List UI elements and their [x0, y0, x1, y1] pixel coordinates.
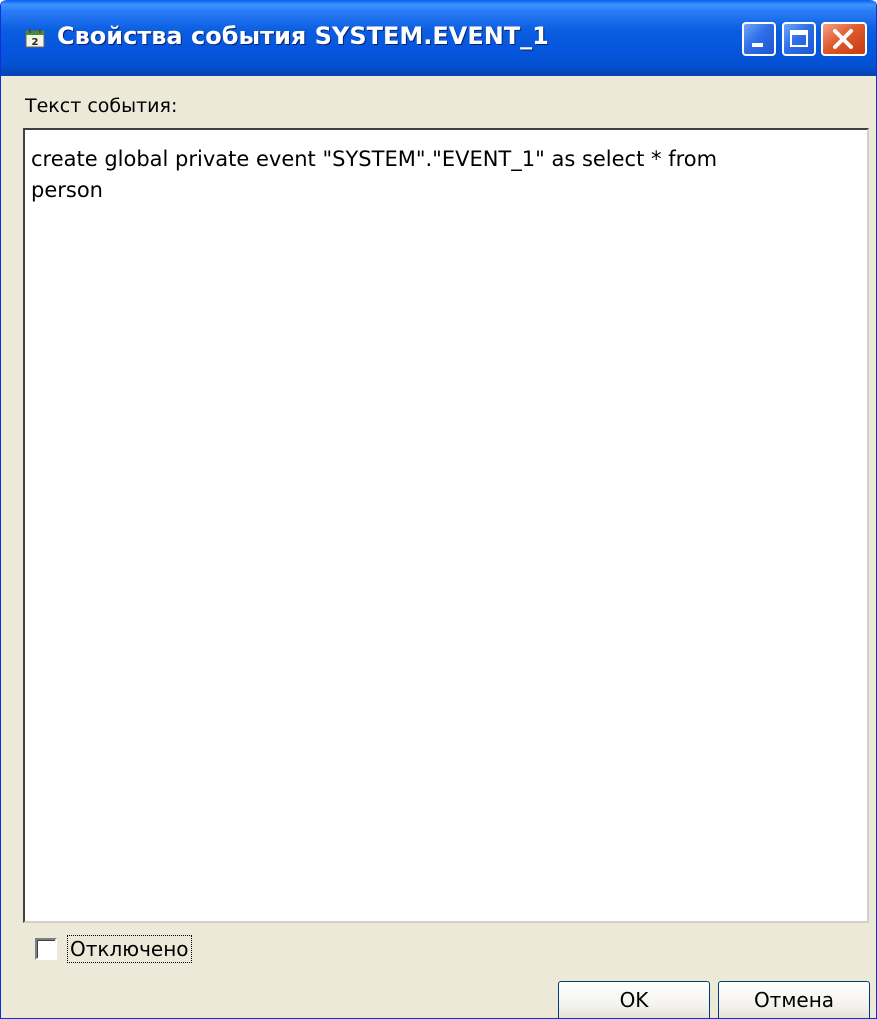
event-text-area[interactable]: create global private event "SYSTEM"."EV… [23, 128, 869, 923]
ok-button[interactable]: OK [558, 981, 710, 1018]
window-title: Свойства события SYSTEM.EVENT_1 [57, 22, 549, 50]
svg-text:2: 2 [32, 37, 39, 48]
maximize-icon [790, 30, 808, 47]
minimize-button[interactable] [742, 22, 776, 56]
cancel-button[interactable]: Отмена [718, 981, 870, 1018]
disabled-checkbox[interactable] [35, 938, 57, 960]
calendar-icon: 2 [25, 29, 45, 48]
maximize-button[interactable] [782, 22, 816, 56]
event-properties-dialog: 2 Свойства события SYSTEM.EVENT_1 Текст … [0, 0, 877, 1019]
disabled-checkbox-label[interactable]: Отключено [67, 935, 192, 963]
close-button[interactable] [821, 22, 867, 56]
title-bar[interactable]: 2 Свойства события SYSTEM.EVENT_1 [1, 0, 876, 76]
close-icon [833, 29, 853, 49]
event-text-label: Текст события: [25, 95, 178, 117]
minimize-icon [752, 43, 763, 47]
